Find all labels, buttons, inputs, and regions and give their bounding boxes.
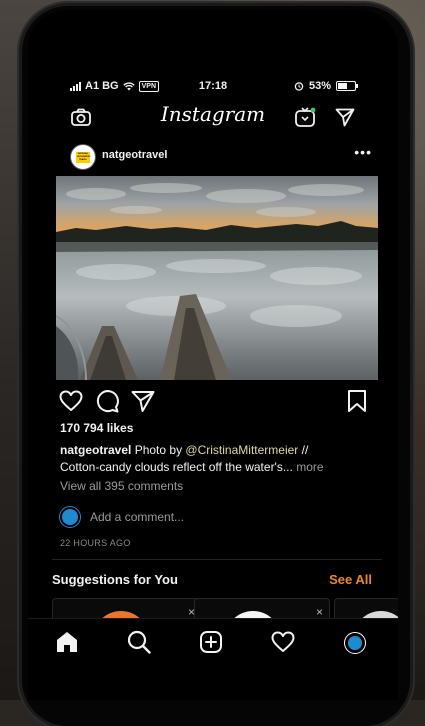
caption-username[interactable]: natgeotravel xyxy=(60,443,131,457)
alarm-icon xyxy=(294,82,304,91)
own-avatar xyxy=(60,507,80,527)
suggestions-title: Suggestions for You xyxy=(52,572,178,587)
share-icon[interactable] xyxy=(130,388,156,414)
profile-avatar xyxy=(348,636,362,650)
caption-more-link[interactable]: more xyxy=(296,460,323,474)
top-nav: Instagram xyxy=(28,100,398,134)
post-header: NATIONAL GEOGRAPHIC TRAVEL natgeotravel … xyxy=(28,138,398,174)
home-icon[interactable] xyxy=(54,629,80,655)
caption-prefix: Photo by xyxy=(134,443,183,457)
direct-message-icon[interactable] xyxy=(334,106,356,128)
lake-canoes-photo xyxy=(56,176,378,380)
likes-count[interactable]: 170 794 likes xyxy=(60,421,133,435)
post-actions xyxy=(28,386,398,416)
igtv-icon[interactable] xyxy=(294,106,316,128)
bottom-tab-bar xyxy=(28,618,398,700)
app-screen: A1 BG VPN 17:18 53% Instagram NATIONAL G… xyxy=(28,10,398,700)
post-avatar[interactable]: NATIONAL GEOGRAPHIC TRAVEL xyxy=(70,144,96,170)
profile-icon[interactable] xyxy=(344,632,366,654)
caption-suffix: // xyxy=(301,443,309,457)
divider xyxy=(52,559,382,560)
search-icon[interactable] xyxy=(126,629,152,655)
caption-text: Cotton-candy clouds reflect off the wate… xyxy=(60,460,293,474)
battery-icon xyxy=(336,81,358,91)
caption-mention[interactable]: @CristinaMittermeier xyxy=(185,443,298,457)
post-image[interactable] xyxy=(56,176,378,380)
status-right: 53% xyxy=(294,80,358,92)
add-comment-input[interactable]: Add a comment... xyxy=(90,510,184,524)
see-all-link[interactable]: See All xyxy=(329,572,372,587)
dismiss-suggestion-icon[interactable]: × xyxy=(316,605,323,619)
comment-icon[interactable] xyxy=(94,388,120,414)
plus-square-icon[interactable] xyxy=(198,629,224,655)
status-bar: A1 BG VPN 17:18 53% xyxy=(28,78,398,96)
bookmark-icon[interactable] xyxy=(344,388,370,414)
battery-percent: 53% xyxy=(308,80,331,92)
view-all-comments-link[interactable]: View all 395 comments xyxy=(60,479,183,493)
add-comment-row[interactable]: Add a comment... xyxy=(60,507,184,527)
more-options-icon[interactable]: ••• xyxy=(354,144,372,160)
post-timestamp: 22 HOURS AGO xyxy=(60,538,131,548)
post-caption: natgeotravel Photo by @CristinaMittermei… xyxy=(60,442,380,476)
avatar-logo-text: NATIONAL GEOGRAPHIC TRAVEL xyxy=(76,151,91,163)
like-heart-icon[interactable] xyxy=(58,388,84,414)
post-username[interactable]: natgeotravel xyxy=(102,149,167,161)
activity-heart-icon[interactable] xyxy=(270,629,296,655)
